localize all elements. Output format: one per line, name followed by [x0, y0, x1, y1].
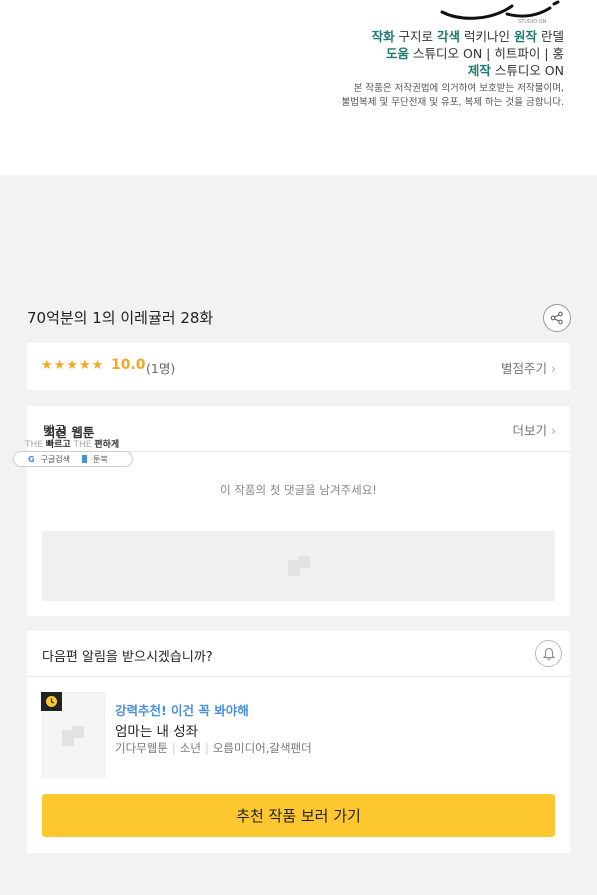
- credit-lines: 작화 구지로 각색 럭키나인 원작 란델 도움 스튜디오 ON | 히트파이 | …: [372, 28, 564, 79]
- credit-line: 제작 스튜디오 ON: [372, 62, 564, 79]
- image-placeholder-icon: [288, 556, 310, 576]
- credit-role: 각색: [437, 29, 461, 44]
- credit-name: 럭키나인: [460, 29, 514, 44]
- copyright-line: 본 작품은 저작권법에 의거하여 보호받는 저작물이며,: [353, 83, 564, 94]
- share-button[interactable]: [543, 304, 571, 332]
- rate-button[interactable]: 별점주기 ›: [501, 358, 556, 377]
- credit-line: 작화 구지로 각색 럭키나인 원작 란델: [372, 28, 564, 45]
- credit-name: 스튜디오 ON: [490, 63, 564, 78]
- credit-line: 도움 스튜디오 ON | 히트파이 | 홍: [372, 45, 564, 62]
- episode-title: 70억분의 1의 이레귤러 28화: [27, 309, 214, 327]
- recommend-label: 강력추천! 이건 꼭 봐야해: [115, 703, 249, 718]
- rate-button-label: 별점주기: [501, 361, 548, 376]
- share-icon: [550, 311, 563, 325]
- toonbook-label[interactable]: 툰북: [93, 454, 108, 465]
- view-recommended-button[interactable]: 추천 작품 보러 가기: [42, 794, 555, 837]
- divider: [27, 676, 570, 677]
- overlay-search-pill[interactable]: G 구글검색 툰북: [13, 451, 133, 467]
- chevron-right-icon: ›: [551, 361, 556, 376]
- credit-role: 원작: [514, 29, 538, 44]
- copyright-notice: 본 작품은 저작권법에 의거하여 보호받는 저작물이며, 불법복제 및 무단전재…: [342, 82, 564, 110]
- overlay-widget-subtitle: THE 빠르고 THE 편하게: [25, 440, 120, 450]
- credit-role: 작화: [371, 29, 395, 44]
- credit-name: 스튜디오 ON | 히트파이 | 홍: [409, 46, 564, 61]
- image-placeholder-icon: [62, 726, 84, 746]
- notify-question: 다음편 알림을 받으시겠습니까?: [42, 650, 213, 665]
- svg-text:STUDIO ON: STUDIO ON: [518, 19, 547, 25]
- credit-role: 제작: [467, 63, 491, 78]
- comments-more-label: 더보기: [512, 423, 548, 438]
- recommended-meta: 기다무웹툰 | 소년 | 오름미디어,갈색팬더: [115, 741, 312, 755]
- comments-more-button[interactable]: 더보기 ›: [513, 420, 557, 439]
- recommended-title[interactable]: 엄마는 내 성좌: [115, 720, 198, 740]
- credits-area: STUDIO ON 작화 구지로 각색 럭키나인 원작 란델 도움 스튜디오 ON…: [0, 0, 597, 175]
- wait-free-badge: [41, 692, 62, 711]
- rating-score: 10.0: [111, 357, 146, 373]
- book-icon: [82, 455, 88, 463]
- rating-stars: ★★★★★: [41, 358, 105, 373]
- google-icon: G: [28, 454, 35, 464]
- clock-icon: [46, 696, 57, 707]
- rating-count: (1명): [146, 361, 176, 376]
- google-search-label[interactable]: 구글검색: [41, 454, 70, 465]
- notify-card: 다음편 알림을 받으시겠습니까? 강력추천! 이건 꼭 봐야해 엄마는 내 성좌…: [27, 631, 570, 853]
- notify-bell-button[interactable]: [535, 640, 562, 667]
- empty-comment-text[interactable]: 이 작품의 첫 댓글을 남겨주세요!: [27, 482, 570, 498]
- bell-icon: [542, 647, 555, 660]
- credit-name: 구지로: [394, 29, 438, 44]
- ad-placeholder[interactable]: [42, 531, 555, 601]
- rating-card: ★★★★★ 10.0 (1명) 별점주기 ›: [27, 343, 570, 390]
- credit-role: 도움: [386, 46, 410, 61]
- credit-name: 란델: [537, 29, 564, 44]
- copyright-line: 불법복제 및 무단전재 및 유포, 복제 하는 것을 금합니다.: [341, 97, 564, 108]
- chevron-right-icon: ›: [551, 423, 556, 438]
- studio-logo-signature: STUDIO ON: [440, 0, 560, 25]
